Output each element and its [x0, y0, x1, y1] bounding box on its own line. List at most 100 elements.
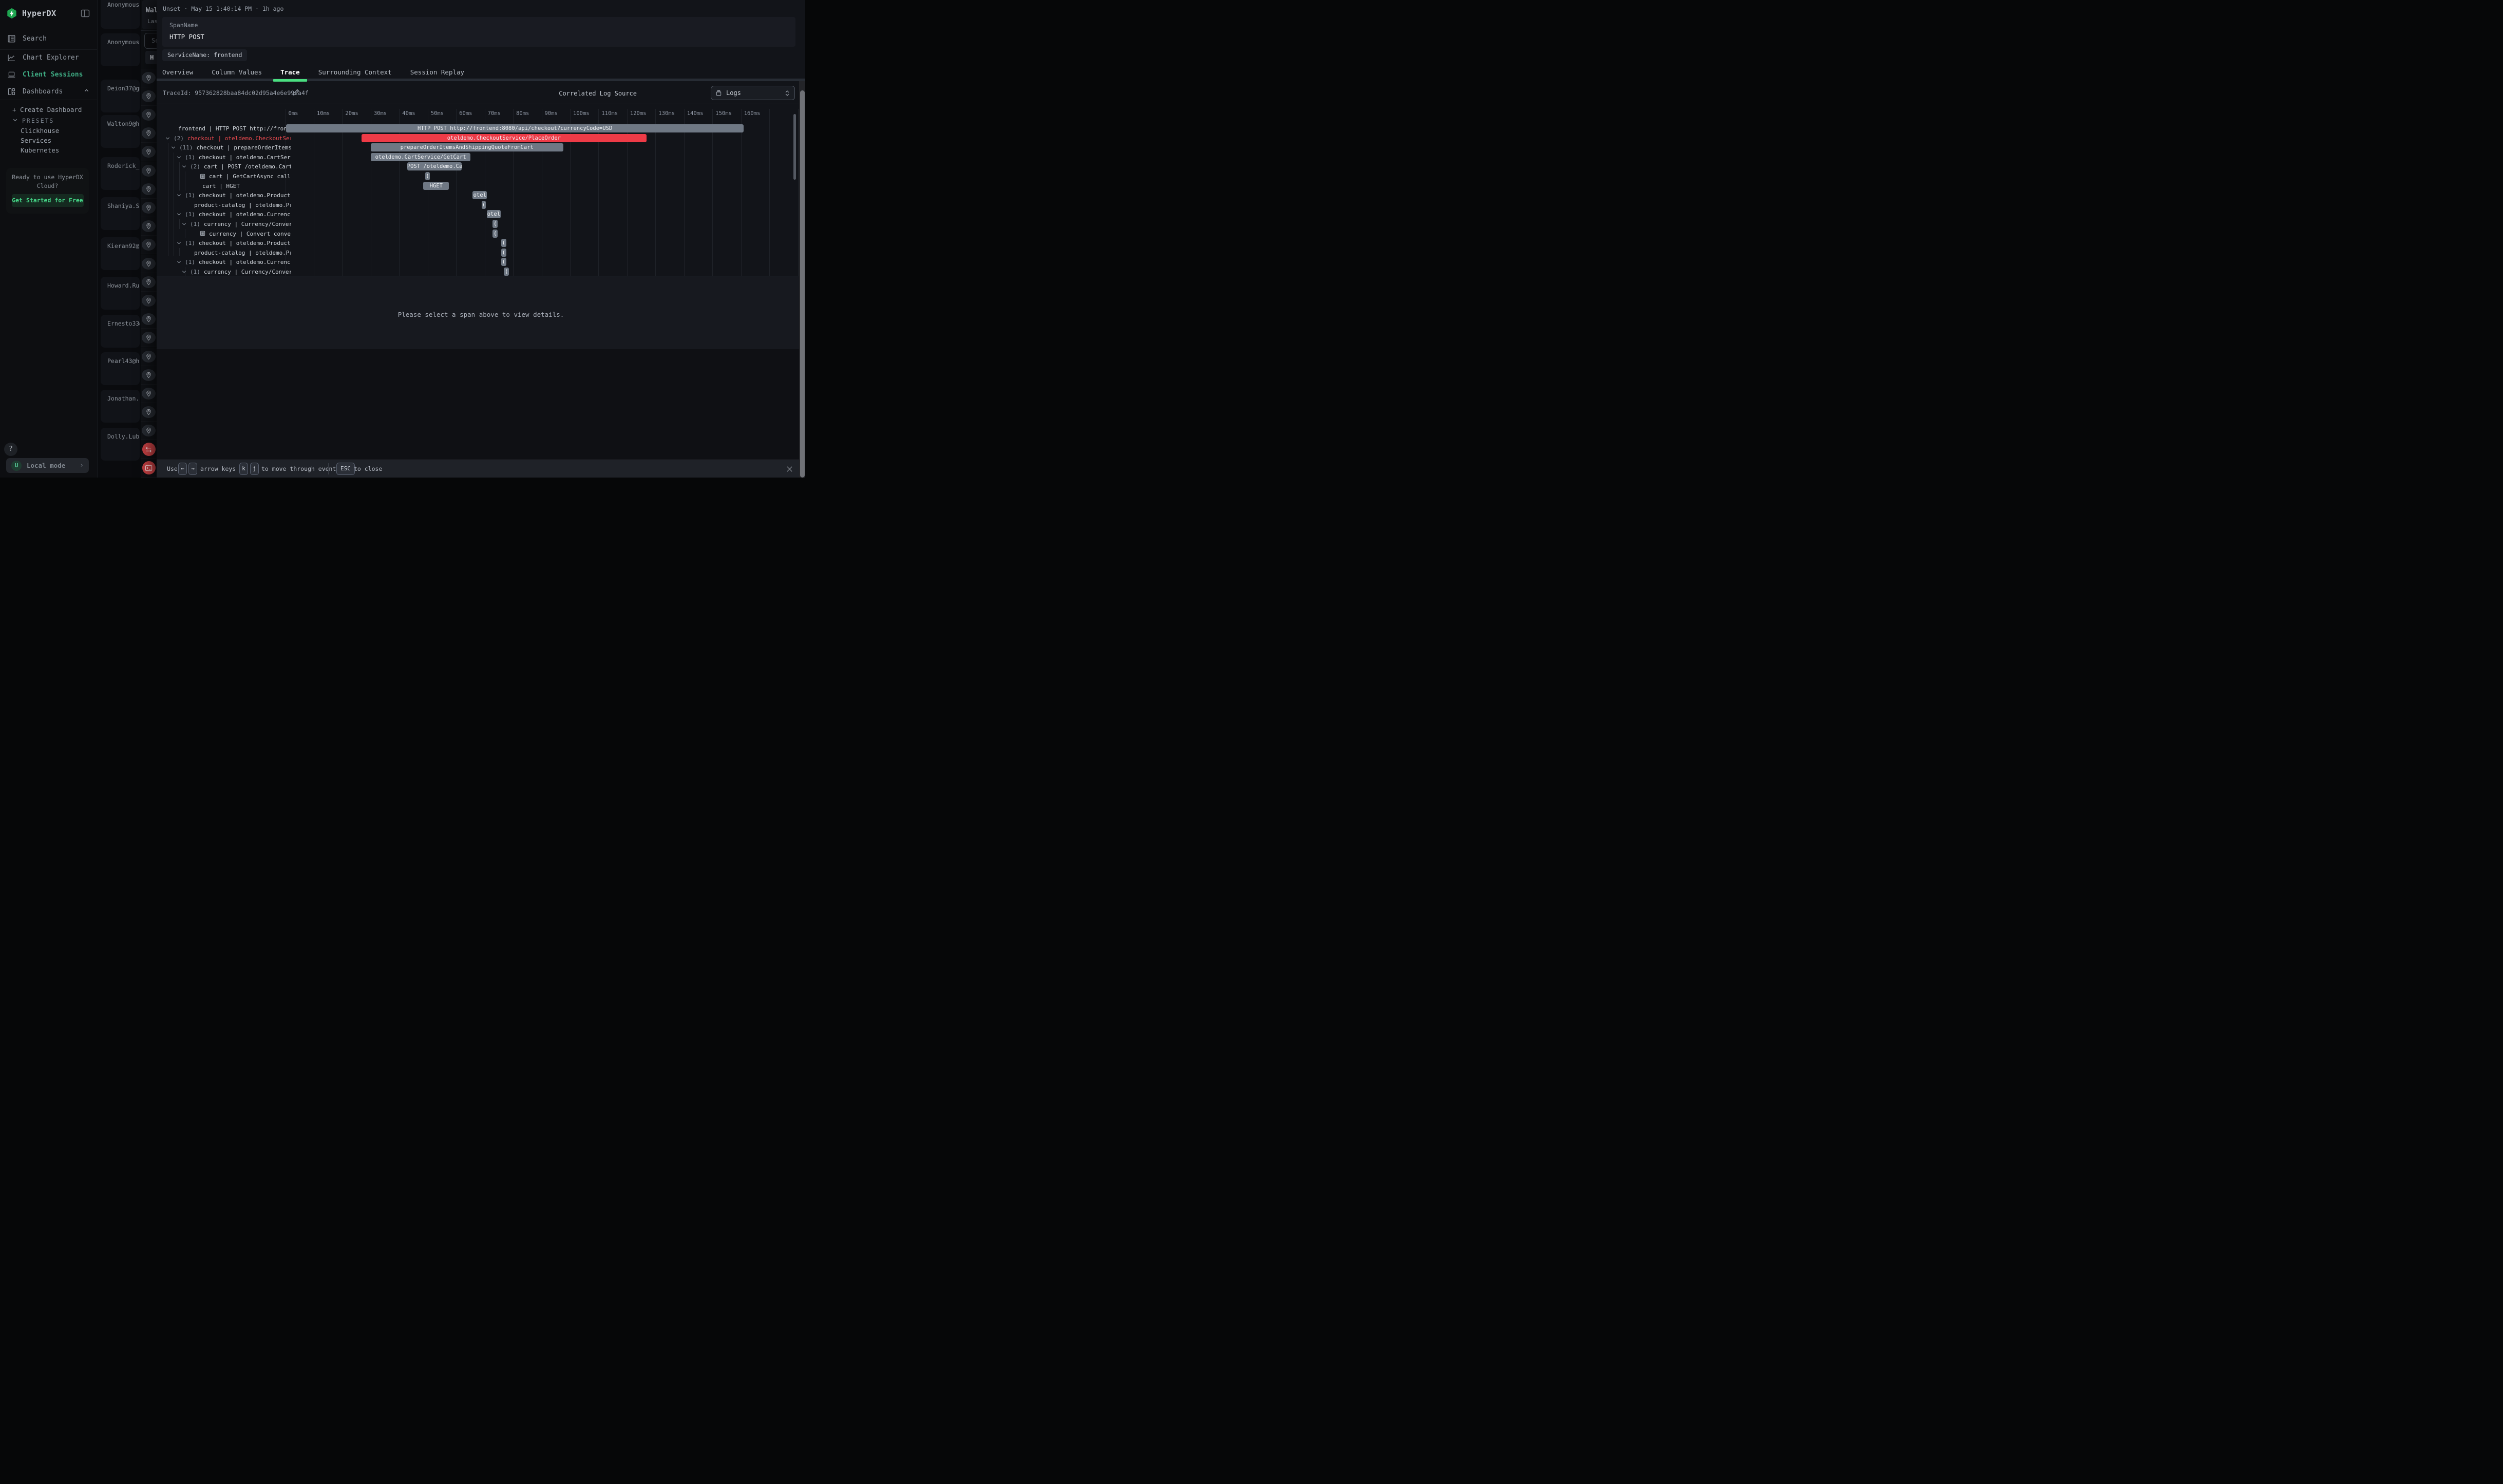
chevron-down-icon[interactable] [182, 164, 186, 169]
local-mode-menu[interactable]: U Local mode › [6, 458, 89, 473]
span-bar[interactable]: HGET [423, 182, 449, 190]
session-card[interactable]: Jonathan.B [101, 390, 140, 423]
event-pin-row[interactable] [141, 292, 157, 310]
event-pin-row[interactable] [141, 273, 157, 292]
sidebar-item-client-sessions[interactable]: Client Sessions [0, 67, 98, 82]
chevron-down-icon[interactable] [177, 241, 181, 245]
event-pin-row[interactable] [141, 329, 157, 347]
trace-tree-row[interactable]: product-catalog | oteldemo.Prod… [162, 200, 291, 210]
session-card[interactable]: Roderick_S [101, 157, 140, 190]
event-pin-row[interactable] [141, 106, 157, 124]
session-card[interactable]: Deion37@gm [101, 80, 140, 112]
span-bar[interactable]: otel [472, 191, 487, 199]
event-error-row[interactable] [141, 459, 157, 478]
trace-tree-row[interactable]: (1)checkout | oteldemo.CurrencySe… [162, 210, 291, 219]
close-icon[interactable] [783, 462, 796, 475]
sidebar-item-dashboards[interactable]: Dashboards [0, 84, 98, 99]
brand-row[interactable]: HyperDX [6, 7, 91, 20]
span-bar[interactable]: otel [487, 210, 501, 218]
span-bar[interactable]: ( [504, 268, 509, 276]
event-pin-row[interactable] [141, 87, 157, 106]
span-bar[interactable]: ( [501, 258, 506, 266]
trace-tree-row[interactable]: (2)cart | POST /oteldemo.CartSe… [162, 162, 291, 172]
create-dashboard-link[interactable]: + Create Dashboard [12, 106, 82, 113]
event-pin-row[interactable] [141, 199, 157, 217]
preset-clickhouse[interactable]: Clickhouse [21, 127, 59, 135]
span-bar[interactable]: POST /oteldemo.Cart [407, 162, 462, 170]
span-bar[interactable]: prepareOrderItemsAndShippingQuoteFromCar… [371, 143, 563, 151]
trace-tree-row[interactable]: currency | Convert convers… [162, 229, 291, 239]
collapse-sidebar-icon[interactable] [80, 8, 90, 18]
tab-overview[interactable]: Overview [162, 66, 193, 79]
chevron-down-icon[interactable] [177, 193, 181, 198]
event-pin-row[interactable] [141, 236, 157, 254]
trace-tree-row[interactable]: cart | GetCartAsync called… [162, 172, 291, 181]
span-bar[interactable]: oteldemo.CartService/GetCart [371, 153, 471, 161]
span-bar[interactable]: ( [492, 220, 498, 228]
sidebar-item-search[interactable]: Search [0, 31, 98, 46]
span-bar[interactable]: ( [501, 249, 506, 257]
session-card[interactable]: Pearl43@ho [101, 352, 140, 385]
preset-kubernetes[interactable]: Kubernetes [21, 146, 59, 154]
trace-tree-row[interactable]: (1)checkout | oteldemo.CurrencySe… [162, 257, 291, 267]
session-card[interactable]: Anonymous [101, 33, 140, 66]
get-started-button[interactable]: Get Started for Free [12, 194, 84, 207]
chevron-down-icon[interactable] [177, 155, 181, 160]
waterfall-scrollbar[interactable] [793, 114, 796, 180]
event-pin-row[interactable] [141, 366, 157, 385]
event-pin-row[interactable] [141, 255, 157, 273]
event-pin-row[interactable] [141, 385, 157, 403]
chevron-down-icon[interactable] [177, 212, 181, 217]
event-pin-row[interactable] [141, 124, 157, 143]
trace-tree-row[interactable]: (2)checkout | oteldemo.CheckoutServic… [162, 134, 291, 143]
session-card[interactable]: Howard.Run [101, 277, 140, 310]
event-error-row[interactable] [141, 441, 157, 459]
chevron-down-icon[interactable] [177, 260, 181, 264]
event-pin-row[interactable] [141, 69, 157, 87]
event-pin-row[interactable] [141, 348, 157, 366]
event-pin-row[interactable] [141, 143, 157, 161]
trace-tree-row[interactable]: (1)checkout | oteldemo.ProductCat… [162, 238, 291, 248]
span-bar[interactable]: ( [425, 172, 429, 180]
help-button[interactable]: ? [4, 443, 17, 456]
edit-pencil-icon[interactable] [292, 88, 300, 96]
span-bar[interactable]: ( [501, 239, 506, 247]
chevron-down-icon[interactable] [182, 222, 186, 226]
event-pin-row[interactable] [141, 422, 157, 440]
trace-tree-row[interactable]: (1)checkout | oteldemo.CartServic… [162, 153, 291, 162]
span-bar[interactable]: ( [482, 201, 486, 209]
chevron-down-icon[interactable] [171, 145, 176, 150]
presets-toggle[interactable]: PRESETS [12, 117, 54, 124]
session-card[interactable]: Kieran92@h [101, 237, 140, 270]
tab-trace[interactable]: Trace [280, 66, 300, 79]
page-scrollbar-thumb[interactable] [800, 90, 805, 478]
event-pin-row[interactable] [141, 217, 157, 236]
event-pin-row[interactable] [141, 310, 157, 329]
span-bar[interactable]: ( [492, 230, 498, 238]
session-card[interactable]: Shaniya.Sc [101, 197, 140, 230]
trace-tree-row[interactable]: (1)checkout | oteldemo.ProductCat… [162, 191, 291, 200]
preset-services[interactable]: Services [21, 137, 51, 144]
trace-tree-row[interactable]: (11)checkout | prepareOrderItemsAnd… [162, 143, 291, 153]
trace-tree-row[interactable]: (1)currency | Currency/Convert [162, 219, 291, 229]
span-bar[interactable]: HTTP POST http://frontend:8080/api/check… [286, 124, 744, 132]
event-pin-row[interactable] [141, 180, 157, 199]
trace-tree-row[interactable]: cart | HGET [162, 181, 291, 191]
trace-tree-row[interactable]: frontend | HTTP POST http://frontend:… [162, 124, 291, 134]
service-name-chip[interactable]: ServiceName: frontend [162, 49, 247, 61]
span-bar[interactable]: oteldemo.CheckoutService/PlaceOrder [362, 134, 647, 142]
event-pin-row[interactable] [141, 162, 157, 180]
tab-session-replay[interactable]: Session Replay [410, 66, 464, 79]
session-card[interactable]: Ernesto33@ [101, 315, 140, 348]
chevron-down-icon[interactable] [165, 136, 170, 141]
log-source-select[interactable]: Logs [711, 86, 795, 100]
trace-tree-row[interactable]: product-catalog | oteldemo.Prod… [162, 248, 291, 258]
session-card[interactable]: Anonymous [101, 0, 140, 29]
tab-column-values[interactable]: Column Values [212, 66, 262, 79]
event-pin-row[interactable] [141, 403, 157, 422]
session-card[interactable]: Walton9@ho [101, 115, 140, 148]
tab-surrounding-context[interactable]: Surrounding Context [318, 66, 392, 79]
trace-tree-row[interactable]: (1)currency | Currency/Convert [162, 267, 291, 276]
chevron-down-icon[interactable] [182, 270, 186, 274]
sidebar-item-chart-explorer[interactable]: Chart Explorer [0, 50, 98, 65]
